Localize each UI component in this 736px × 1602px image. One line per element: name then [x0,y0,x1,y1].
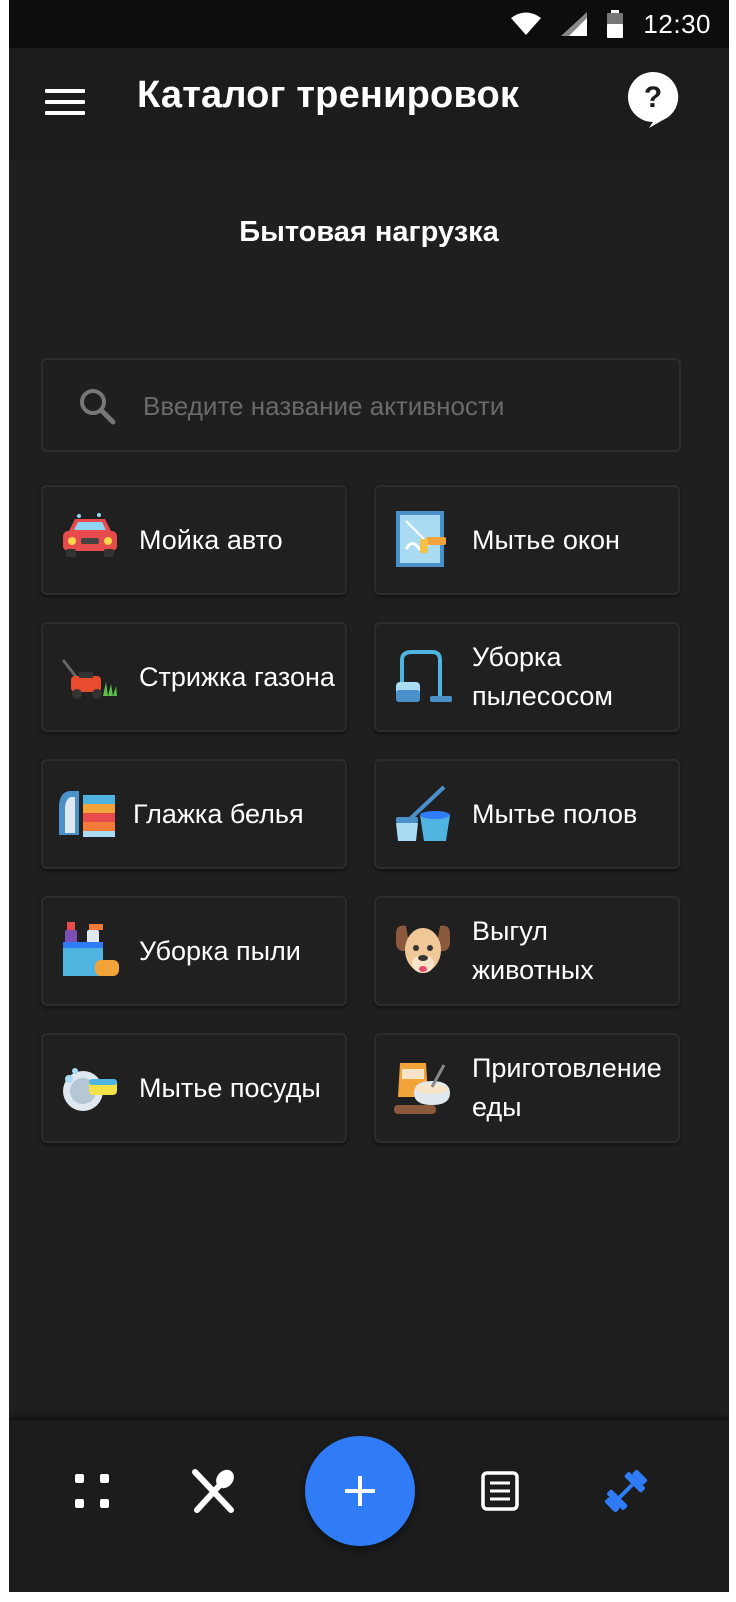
add-button[interactable] [305,1436,415,1546]
cooking-icon [394,1063,450,1114]
window-cleaning-icon [396,511,446,567]
activity-label: Мытье посуды [139,1072,321,1103]
plus-icon [345,1476,375,1506]
status-bar: 12:30 [9,0,729,48]
clock: 12:30 [643,8,711,39]
activity-label: Глажка белья [133,798,304,829]
wifi-icon [511,12,542,35]
bottom-navigation [9,1420,729,1592]
activity-label: Уборка пыли [139,935,301,966]
activity-label: Стрижка газона [139,661,335,692]
activity-card-lawn-mowing[interactable]: Стрижка газона [41,622,347,732]
battery-icon [607,10,624,38]
dusting-icon [63,922,119,976]
activity-card-dog-walking[interactable]: Выгул животных [374,896,680,1006]
phone-screen: 12:30 Каталог тренировок ? Бытовая нагру… [9,0,729,1592]
activity-card-ironing[interactable]: Глажка белья [41,759,347,869]
search-box[interactable] [41,358,681,452]
activity-card-mopping[interactable]: Мытье полов [374,759,680,869]
menu-button[interactable] [45,84,85,124]
activity-card-car-wash[interactable]: Мойка авто [41,485,347,595]
search-icon [80,389,116,425]
activity-label: Выгул животных [472,916,594,985]
signal-icon [561,12,588,36]
section-title: Бытовая нагрузка [239,216,499,248]
activity-label: Мытье окон [472,524,620,555]
vacuum-cleaner-icon [396,650,452,702]
mop-icon [396,785,450,841]
page-title: Каталог тренировок [137,74,520,116]
search-input[interactable] [143,380,663,432]
dog-icon [396,925,450,973]
activity-label: Уборка пылесосом [472,642,613,711]
help-icon[interactable]: ? [625,70,681,132]
activity-card-window-cleaning[interactable]: Мытье окон [374,485,680,595]
workouts-icon[interactable] [601,1466,651,1516]
car-wash-icon [63,513,117,557]
activity-label: Мытье полов [472,798,638,829]
activity-label: Мойка авто [139,524,283,555]
nutrition-icon[interactable] [189,1466,239,1516]
dashboard-icon[interactable] [67,1466,117,1516]
activity-card-dusting[interactable]: Уборка пыли [41,896,347,1006]
main-content: Бытовая нагрузка Мойка авто [9,160,729,1428]
activity-card-dish-washing[interactable]: Мытье посуды [41,1033,347,1143]
ironing-icon [59,791,115,837]
diary-icon[interactable] [475,1466,525,1516]
lawn-mower-icon [61,659,117,699]
activity-label: Приготовление еды [472,1053,662,1122]
activity-card-vacuum[interactable]: Уборка пылесосом [374,622,680,732]
dish-washing-icon [63,1068,117,1111]
activity-card-cooking[interactable]: Приготовление еды [374,1033,680,1143]
app-bar: Каталог тренировок ? [9,48,729,160]
svg-text:?: ? [644,81,662,114]
